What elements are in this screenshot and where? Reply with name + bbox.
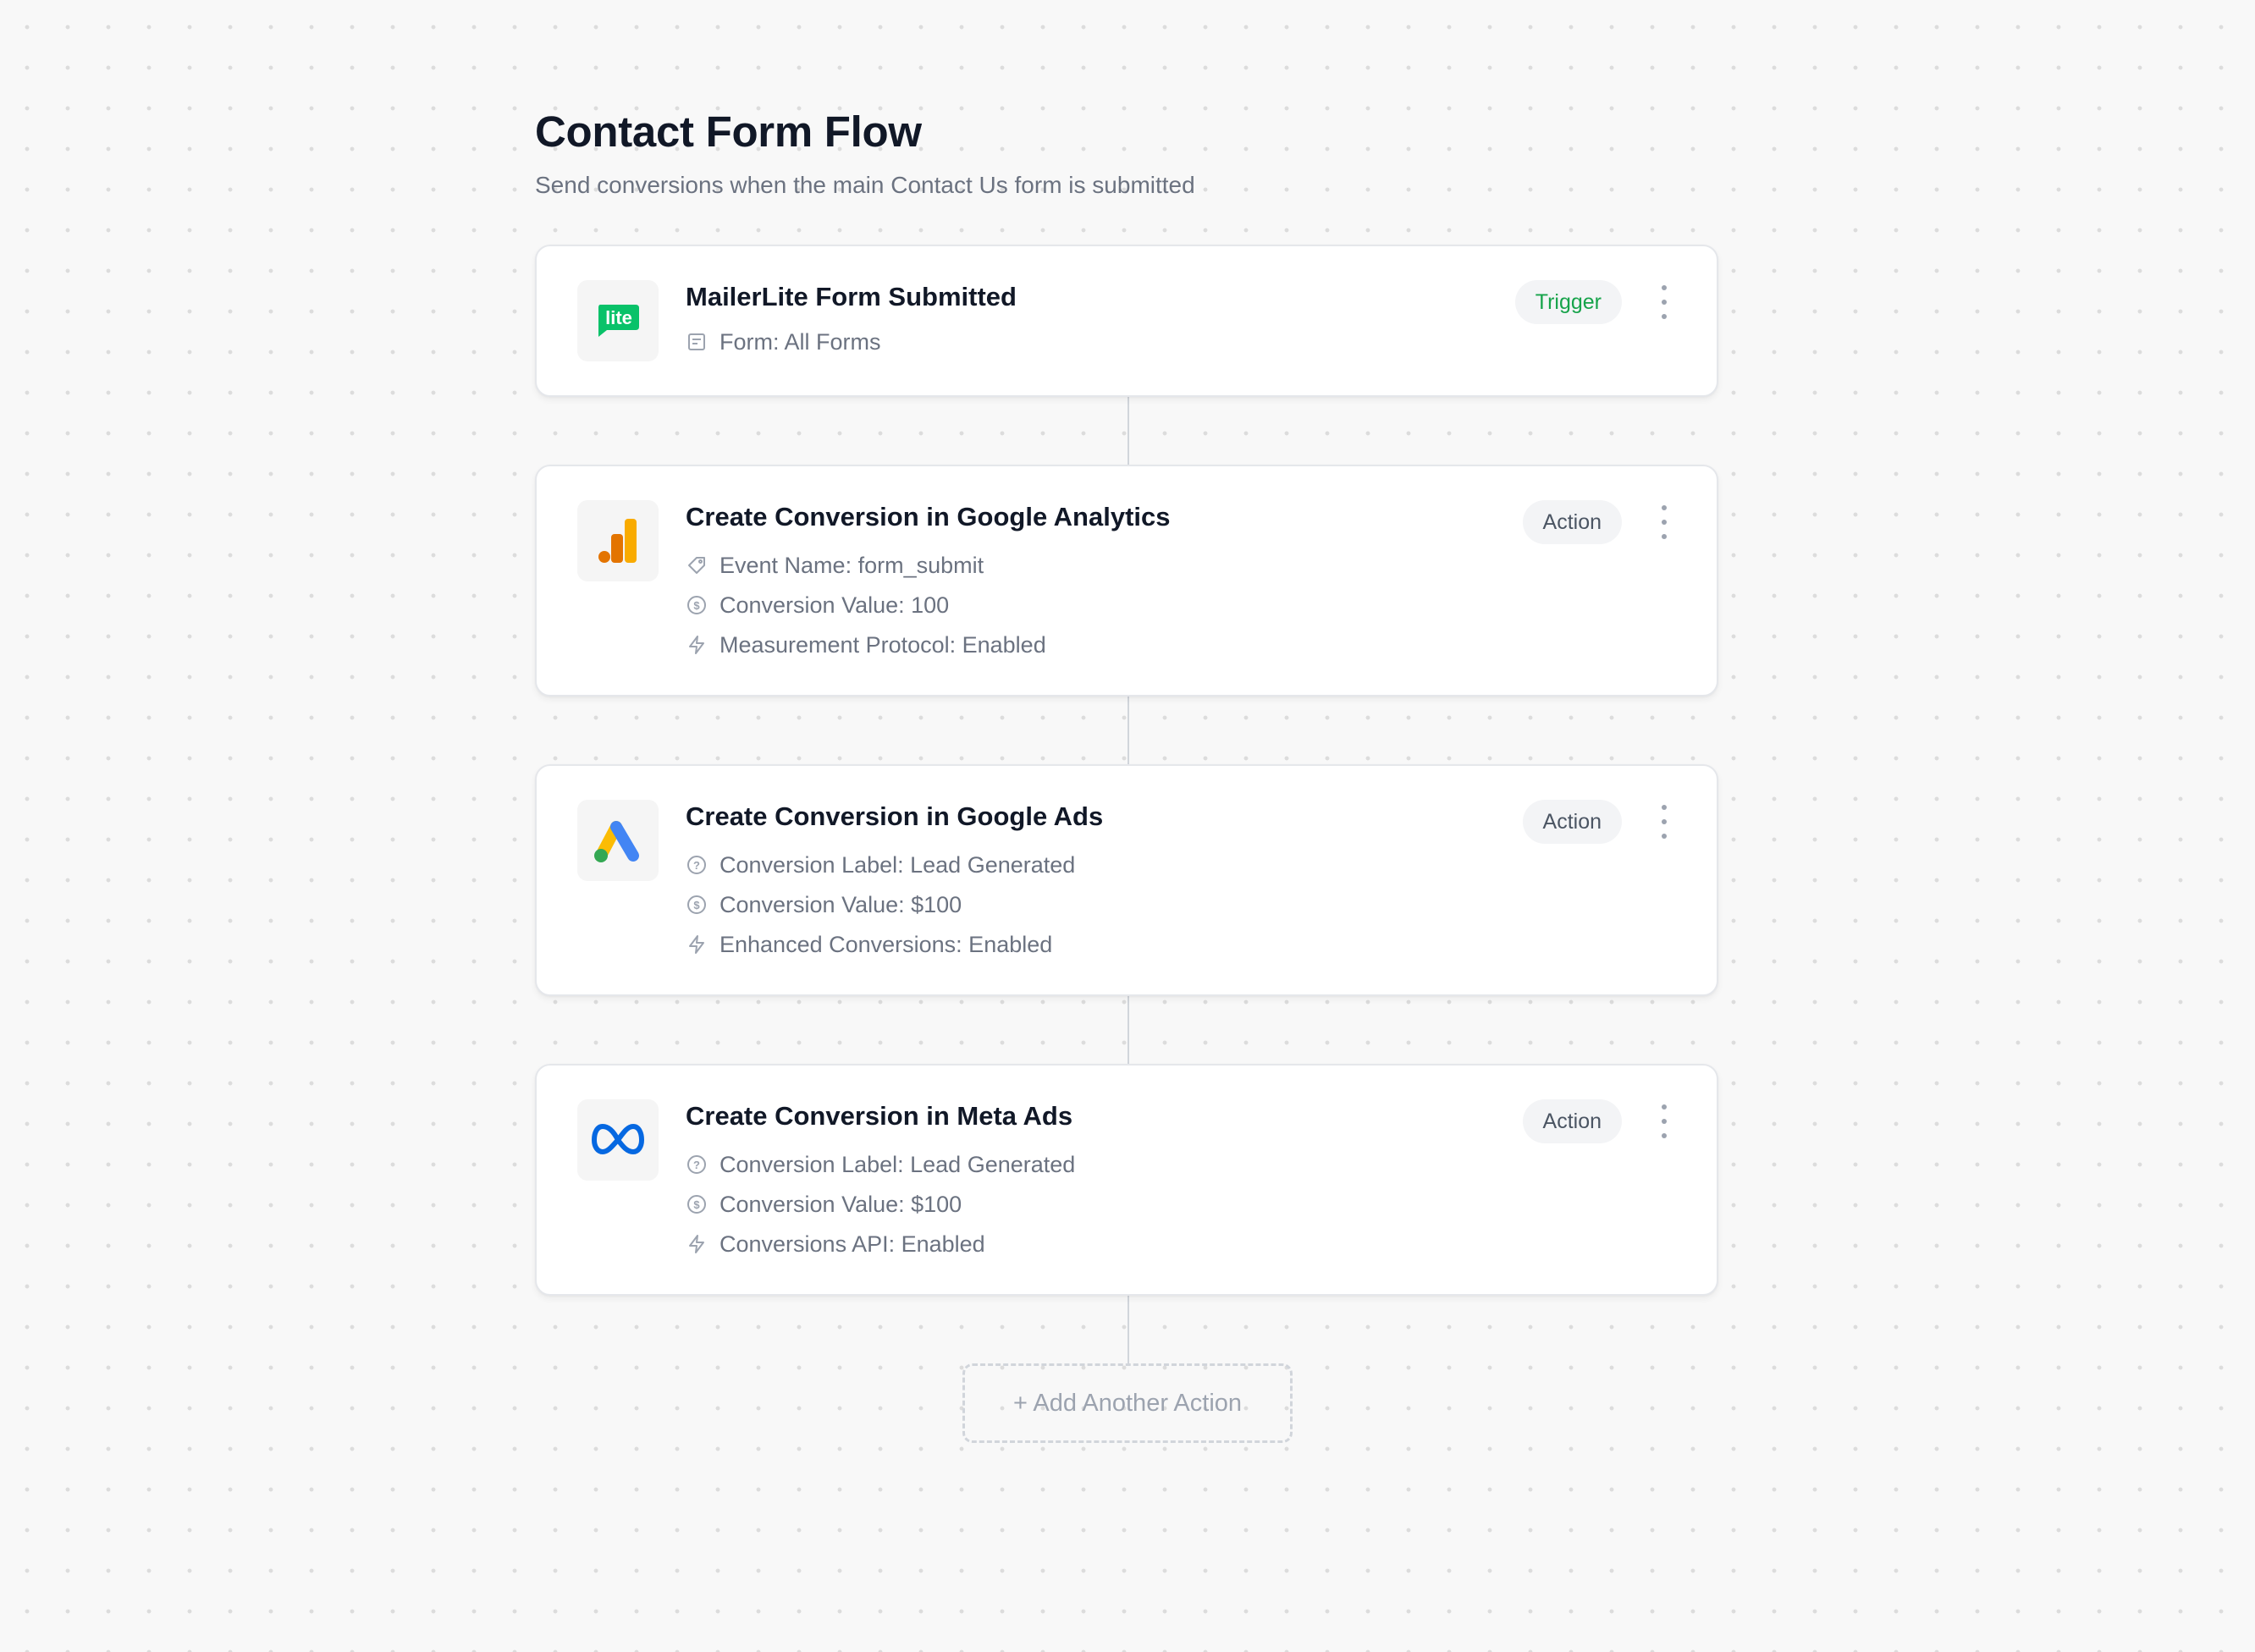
step-detail: $ Conversion Value: 100	[686, 589, 949, 621]
step-card-trigger[interactable]: lite MailerLite Form Submitted Form: All…	[535, 245, 1718, 397]
step-card-google-ads[interactable]: Create Conversion in Google Ads ? Conver…	[535, 764, 1718, 996]
tag-icon	[686, 554, 708, 576]
question-circle-icon: ?	[686, 854, 708, 876]
svg-text:$: $	[693, 1198, 700, 1211]
detail-text: Form: All Forms	[720, 328, 881, 355]
mailerlite-logo-icon: lite	[577, 280, 659, 361]
step-title: MailerLite Form Submitted	[686, 282, 1017, 311]
dollar-icon: $	[686, 594, 708, 616]
more-options-icon[interactable]	[1654, 1104, 1674, 1138]
svg-text:$: $	[693, 899, 700, 911]
step-detail: Event Name: form_submit	[686, 549, 984, 581]
more-options-icon[interactable]	[1654, 285, 1674, 319]
dollar-icon: $	[686, 1193, 708, 1215]
question-circle-icon: ?	[686, 1154, 708, 1176]
step-card-meta-ads[interactable]: Create Conversion in Meta Ads ? Conversi…	[535, 1064, 1718, 1296]
step-detail: Conversions API: Enabled	[686, 1228, 985, 1260]
svg-text:?: ?	[693, 1159, 700, 1171]
action-badge: Action	[1522, 500, 1622, 544]
step-detail: $ Conversion Value: $100	[686, 889, 962, 921]
flow-connector	[1128, 396, 1129, 465]
svg-text:$: $	[693, 599, 700, 612]
step-detail: $ Conversion Value: $100	[686, 1188, 962, 1220]
step-detail: Enhanced Conversions: Enabled	[686, 928, 1052, 961]
google-ads-logo-icon	[577, 800, 659, 881]
step-title: Create Conversion in Google Ads	[686, 801, 1104, 831]
step-detail: ? Conversion Label: Lead Generated	[686, 1148, 1075, 1181]
detail-text: Conversion Value: 100	[720, 592, 950, 618]
action-badge: Action	[1522, 800, 1622, 844]
more-options-icon[interactable]	[1654, 805, 1674, 839]
form-icon	[686, 331, 708, 353]
step-title: Create Conversion in Meta Ads	[686, 1101, 1073, 1131]
lightning-icon	[686, 634, 708, 656]
detail-text: Measurement Protocol: Enabled	[720, 631, 1046, 658]
detail-text: Conversion Label: Lead Generated	[720, 1151, 1076, 1177]
svg-text:?: ?	[693, 859, 700, 872]
detail-text: Conversions API: Enabled	[720, 1231, 985, 1257]
lightning-icon	[686, 1233, 708, 1255]
step-detail: Form: All Forms	[686, 326, 881, 358]
lightning-icon	[686, 933, 708, 955]
mailerlite-logo-text: lite	[605, 307, 632, 328]
google-analytics-logo-icon	[577, 500, 659, 581]
detail-text: Conversion Value: $100	[720, 1191, 962, 1217]
meta-logo-icon	[577, 1099, 659, 1181]
detail-text: Enhanced Conversions: Enabled	[720, 931, 1053, 957]
more-options-icon[interactable]	[1654, 505, 1674, 539]
flow-connector	[1128, 696, 1129, 765]
detail-text: Conversion Value: $100	[720, 891, 962, 917]
step-detail: Measurement Protocol: Enabled	[686, 629, 1046, 661]
step-card-google-analytics[interactable]: Create Conversion in Google Analytics Ev…	[535, 465, 1718, 697]
action-badge: Action	[1522, 1099, 1622, 1143]
step-detail: ? Conversion Label: Lead Generated	[686, 849, 1075, 881]
dollar-icon: $	[686, 894, 708, 916]
detail-text: Event Name: form_submit	[720, 552, 984, 578]
trigger-badge: Trigger	[1514, 280, 1622, 324]
page-subtitle: Send conversions when the main Contact U…	[535, 172, 1195, 198]
step-title: Create Conversion in Google Analytics	[686, 502, 1171, 531]
add-another-action-button[interactable]: + Add Another Action	[962, 1363, 1293, 1443]
detail-text: Conversion Label: Lead Generated	[720, 851, 1076, 878]
flow-connector	[1128, 995, 1129, 1065]
flow-connector	[1128, 1295, 1129, 1364]
page-title: Contact Form Flow	[535, 107, 922, 156]
